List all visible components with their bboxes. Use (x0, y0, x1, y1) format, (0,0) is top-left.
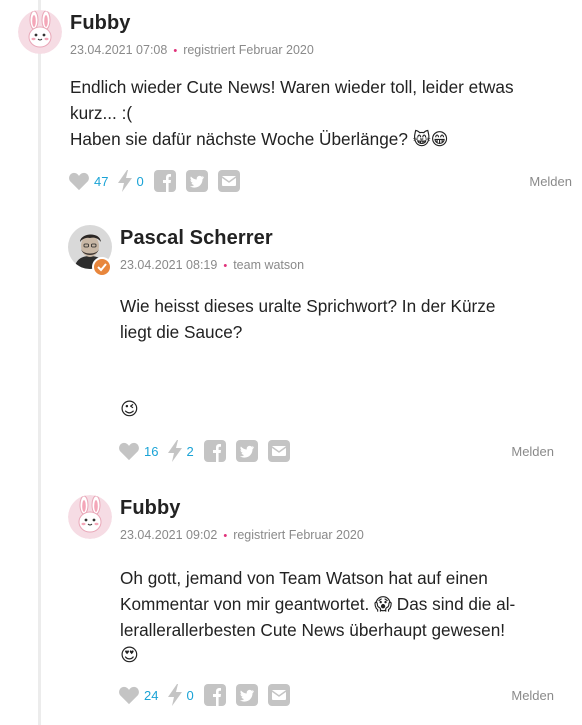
comment-line: Haben sie dafür nächste Woche Überlänge?… (70, 129, 449, 149)
like-count: 47 (94, 173, 109, 189)
meta-separator: • (223, 260, 228, 272)
meta-separator: • (223, 530, 228, 542)
lightning-icon (118, 170, 133, 192)
comment-text: Wie heisst dieses uralte Sprichwort? In … (120, 293, 554, 423)
bolt-count: 0 (136, 173, 144, 189)
avatar[interactable] (18, 10, 62, 54)
twitter-icon[interactable] (235, 684, 258, 706)
email-icon[interactable] (267, 684, 290, 706)
comment-line: Endlich wieder Cute News! Waren wieder t… (70, 77, 514, 97)
like-button[interactable]: 16 (118, 441, 158, 461)
comment-date: 23.04.2021 08:19 (120, 258, 218, 272)
email-icon[interactable] (217, 170, 240, 192)
twitter-icon[interactable] (185, 170, 208, 192)
comment-line: lerallerallerbesten Cute News überhaupt … (120, 620, 506, 640)
report-link[interactable]: Melden (511, 444, 554, 459)
lightning-icon (168, 440, 183, 462)
comment-actions: 47 0 Melden (68, 169, 572, 193)
heart-icon (119, 686, 139, 705)
avatar[interactable] (68, 225, 116, 277)
facebook-icon[interactable] (203, 684, 226, 706)
comment-text: Oh gott, jemand von Team Watson hat auf … (120, 565, 554, 669)
author-name[interactable]: Fubby (70, 12, 314, 35)
email-icon[interactable] (267, 440, 290, 462)
meta-separator: • (173, 45, 178, 57)
comment-line: 😉 (120, 399, 139, 420)
verified-badge (92, 257, 112, 277)
comment-meta: 23.04.2021 08:19 • team watson (120, 258, 304, 272)
comment-meta: 23.04.2021 09:02 • registriert Februar 202… (120, 528, 364, 542)
heart-icon (119, 442, 139, 461)
bolt-button[interactable]: 2 (168, 440, 194, 462)
like-button[interactable]: 47 (68, 171, 108, 191)
like-count: 16 (144, 443, 159, 459)
user-status: registriert Februar 2020 (183, 43, 314, 57)
twitter-icon[interactable] (235, 440, 258, 462)
comment-actions: 16 2 Melden (118, 439, 554, 463)
report-link[interactable]: Melden (511, 688, 554, 703)
bolt-count: 0 (186, 687, 194, 703)
comment-line: Oh gott, jemand von Team Watson hat auf … (120, 568, 488, 588)
comment-meta: 23.04.2021 07:08 • registriert Februar 202… (70, 43, 314, 57)
comment-actions: 24 0 Melden (118, 683, 554, 707)
comment-date: 23.04.2021 07:08 (70, 43, 168, 57)
comment-line: Kommentar von mir geantwortet. 😱 Das sin… (120, 594, 516, 614)
bunny-avatar-icon (68, 495, 112, 539)
bolt-button[interactable]: 0 (118, 170, 144, 192)
verified-check-icon (97, 263, 107, 272)
avatar[interactable] (68, 495, 112, 539)
comment-line (120, 345, 554, 371)
lightning-icon (168, 684, 183, 706)
user-status: team watson (233, 258, 305, 272)
bunny-avatar-icon (18, 10, 62, 54)
like-count: 24 (144, 687, 159, 703)
heart-icon (69, 172, 89, 191)
like-button[interactable]: 24 (118, 685, 158, 705)
comment-line: liegt die Sauce? (120, 322, 243, 342)
facebook-icon[interactable] (203, 440, 226, 462)
comment-text: Endlich wieder Cute News! Waren wieder t… (70, 74, 570, 152)
report-link[interactable]: Melden (529, 174, 572, 189)
comment-date: 23.04.2021 09:02 (120, 528, 218, 542)
author-name[interactable]: Pascal Scherrer (120, 227, 304, 250)
comment-line: kurz... :( (70, 103, 133, 123)
facebook-icon[interactable] (153, 170, 176, 192)
bolt-button[interactable]: 0 (168, 684, 194, 706)
thread-line (38, 0, 41, 725)
comment-line: 😍 (120, 645, 139, 666)
comment-line (120, 371, 554, 397)
bolt-count: 2 (186, 443, 194, 459)
comment-line: Wie heisst dieses uralte Sprichwort? In … (120, 296, 496, 316)
user-status: registriert Februar 2020 (233, 528, 364, 542)
author-name[interactable]: Fubby (120, 497, 364, 520)
